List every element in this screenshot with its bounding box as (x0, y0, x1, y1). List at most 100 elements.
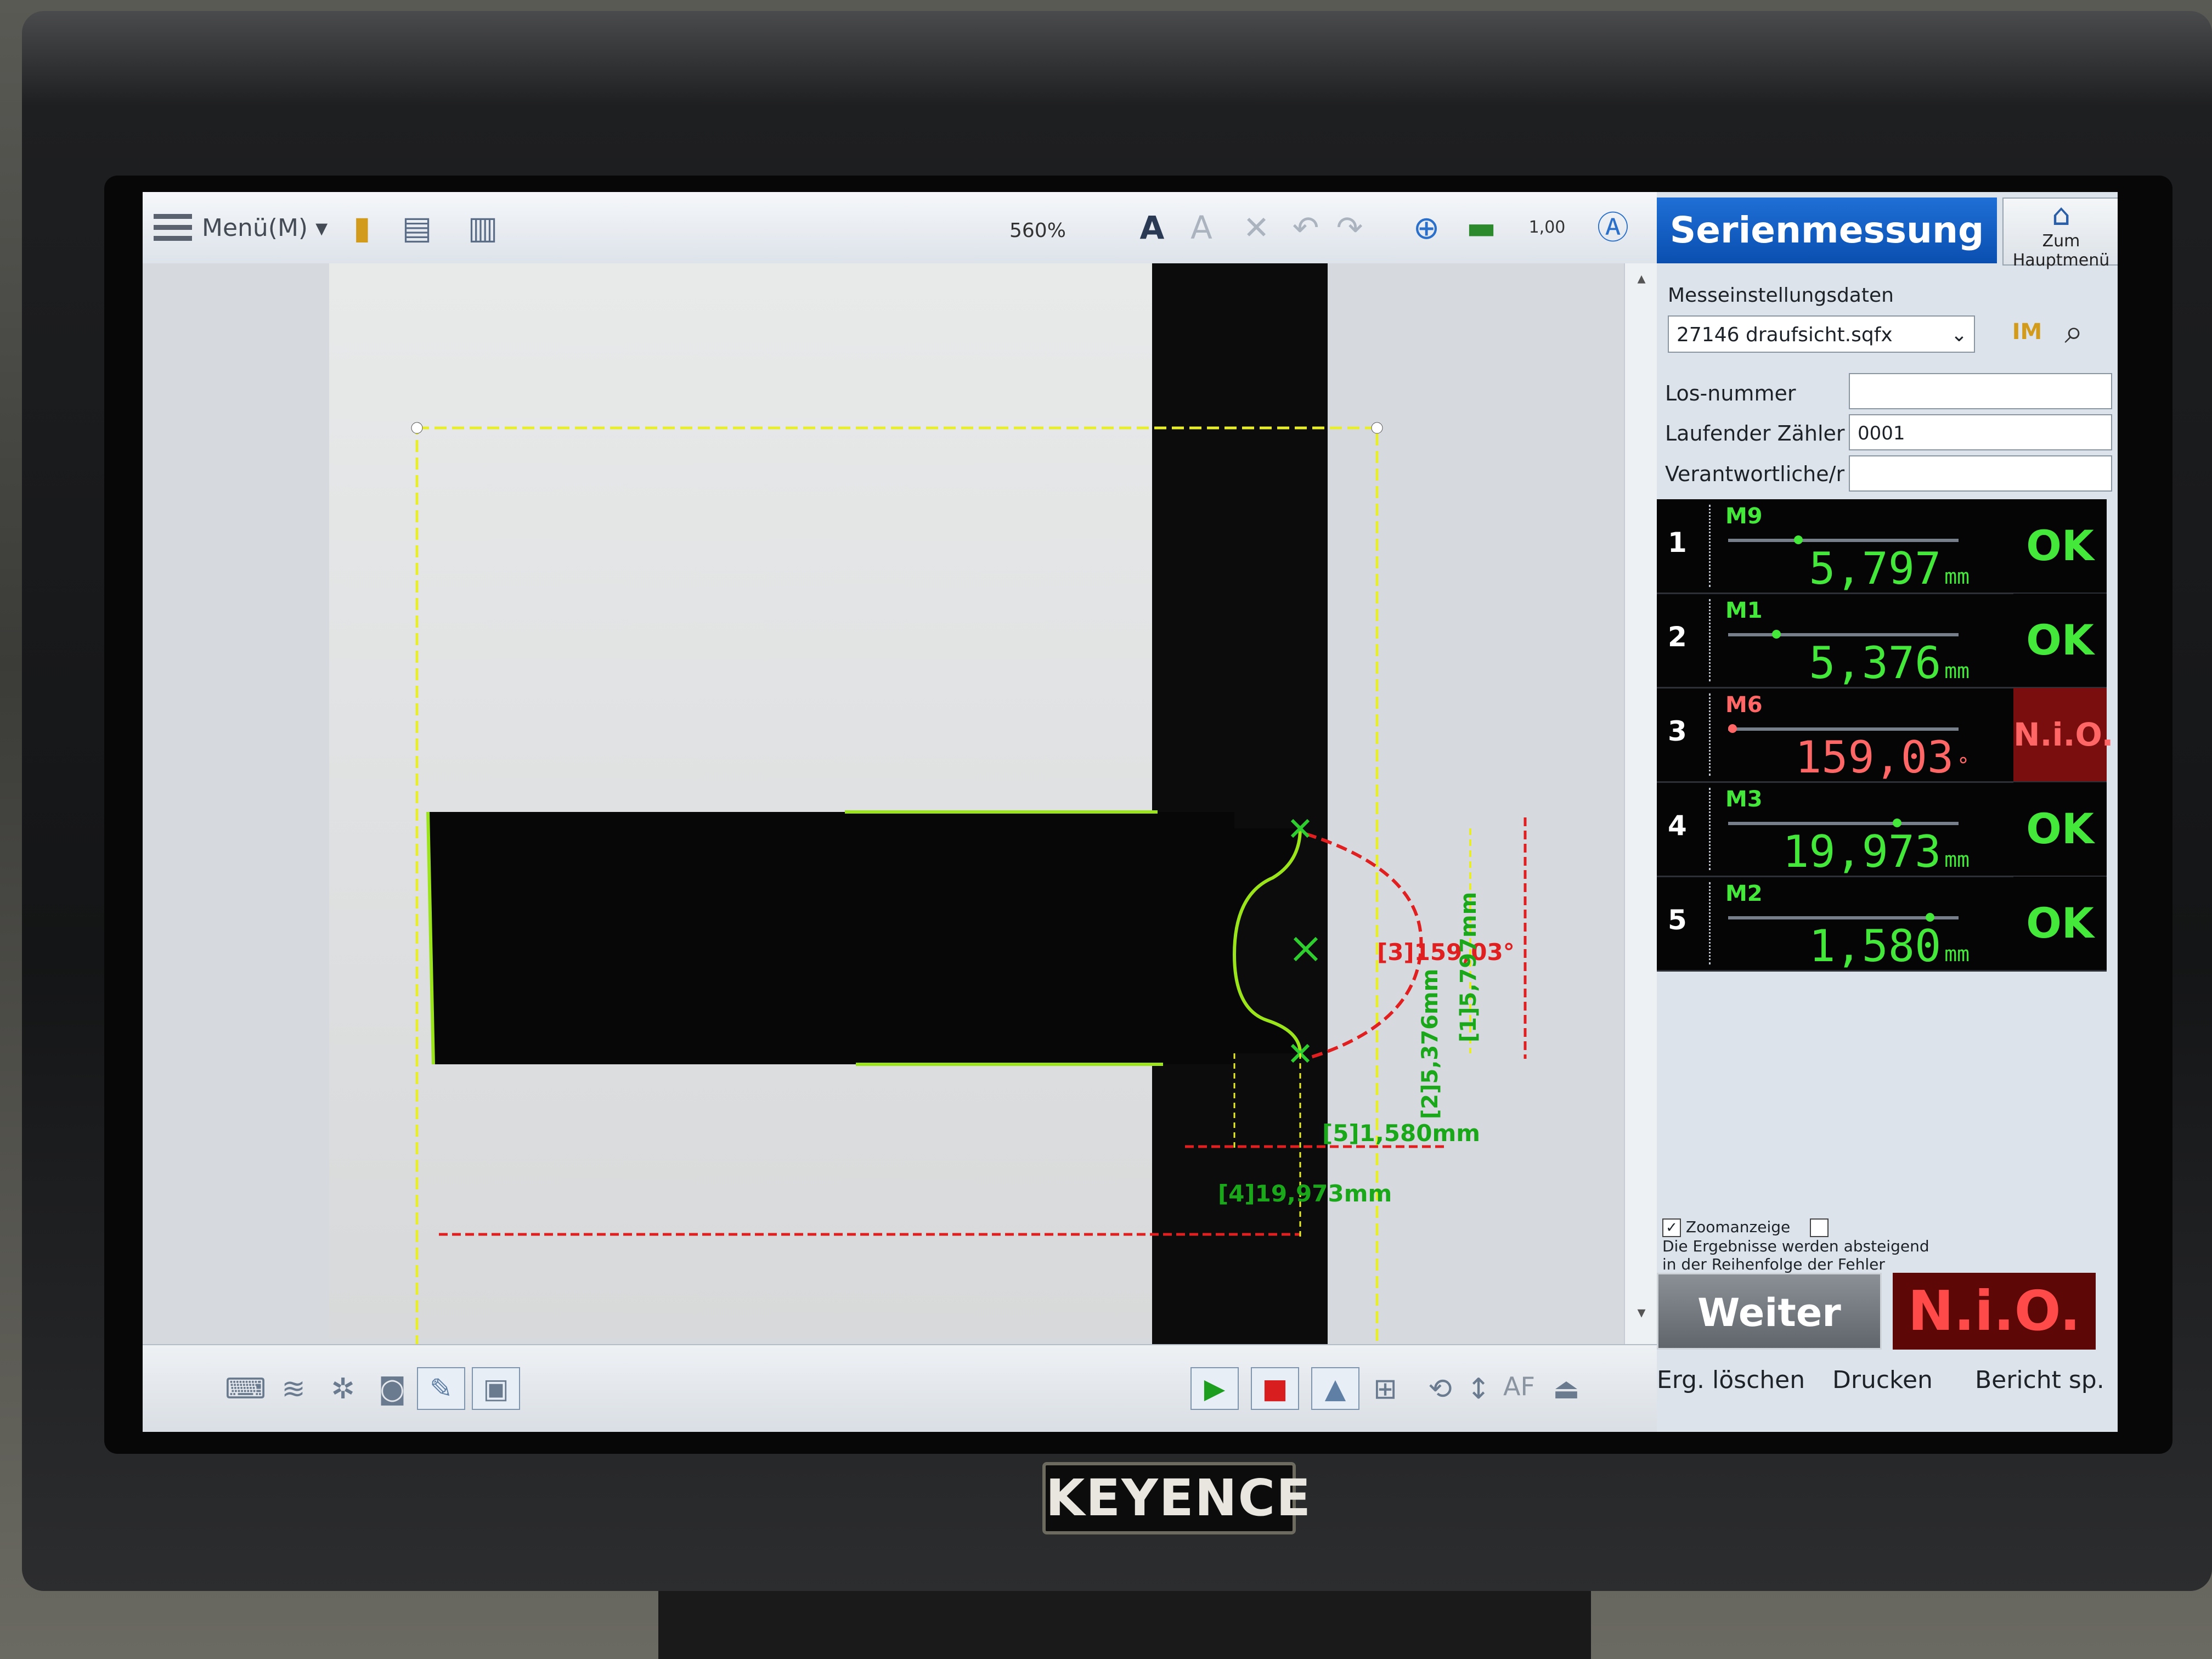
result-separator (1709, 599, 1711, 681)
autofocus-button[interactable]: AF (1503, 1372, 1535, 1401)
height-icon[interactable]: ↕ (1459, 1370, 1498, 1408)
result-row[interactable]: 5 M2 1,580 mm OK (1657, 877, 2107, 972)
print-button[interactable]: Drucken (1832, 1366, 1933, 1394)
focus-icon[interactable]: ⟲ (1421, 1370, 1459, 1408)
results-list: 1 M9 5,797 mm OK 2 M1 5,376 mm OK 3 M6 159,03 ° N.i.O.… (1657, 499, 2114, 972)
scroll-down-icon[interactable]: ▾ (1625, 1303, 1658, 1322)
vertical-scrollbar[interactable]: ▴ ▾ (1624, 263, 1658, 1344)
light-icon[interactable]: ⏏ (1547, 1370, 1585, 1408)
result-separator (1709, 505, 1711, 587)
result-value: 159,03 ° (1795, 732, 1970, 783)
action-bar: Erg. löschen Drucken Bericht sp. (1657, 1366, 2118, 1410)
chevron-down-icon: ⌄ (1950, 324, 1967, 346)
stop-button[interactable]: ■ (1251, 1367, 1299, 1410)
result-separator (1709, 788, 1711, 870)
layers-icon[interactable]: ≋ (274, 1370, 313, 1408)
result-unit: mm (1944, 565, 1970, 589)
im-file-icon[interactable]: ▮ (340, 206, 384, 250)
result-level-marker (1772, 630, 1781, 639)
result-row[interactable]: 4 M3 19,973 mm OK (1657, 782, 2107, 877)
stage-up-button[interactable]: ▲ (1311, 1367, 1359, 1410)
settings-file-value: 27146 draufsicht.sqfx (1677, 324, 1893, 346)
tools-icon[interactable]: ✲ (324, 1370, 362, 1408)
result-status: OK (2013, 877, 2107, 970)
scroll-up-icon[interactable]: ▴ (1625, 269, 1658, 288)
result-tolerance-bar (1728, 539, 1959, 542)
result-tolerance-bar (1728, 916, 1959, 919)
shrink-text-icon[interactable]: A (1180, 206, 1223, 250)
result-row[interactable]: 2 M1 5,376 mm OK (1657, 594, 2107, 689)
panel-title: Serienmessung (1657, 198, 1997, 263)
weiter-button[interactable]: Weiter (1657, 1273, 1882, 1350)
fit-view-icon[interactable]: A (1130, 206, 1174, 250)
roi-handle-tr (1371, 422, 1383, 434)
result-separator (1709, 882, 1711, 964)
result-number: 2 (1668, 621, 1687, 653)
redo-icon[interactable]: ↷ (1328, 206, 1372, 250)
result-name: M3 (1725, 787, 1763, 812)
bottom-toolbar: ⌨ ≋ ✲ ◙ ✎ ▣ ▶ ■ ▲ ⊞ ⟲ ↕ AF ⏏ (143, 1344, 1657, 1432)
result-name: M6 (1725, 692, 1763, 718)
im-folder-icon[interactable]: IM (2008, 310, 2046, 354)
wrench-button[interactable]: ✎ (417, 1367, 465, 1410)
screen: Menü(M) ▾ ▮ ▤ ▥ 560% A A ✕ ↶ ↷ ⊕ ▬ 1,00 … (143, 192, 2118, 1432)
sort-checkbox[interactable] (1809, 1218, 1829, 1237)
result-status: OK (2013, 499, 2107, 592)
result-level-marker (1794, 535, 1803, 544)
keyboard-icon[interactable]: ⌨ (225, 1370, 266, 1408)
brand-logo: KEYENCE (1042, 1462, 1311, 1534)
label-m9: [1]5,797mm (1456, 892, 1481, 1042)
annotation-icon[interactable]: Ⓐ (1591, 206, 1635, 250)
overall-result: N.i.O. (1893, 1273, 2096, 1350)
result-value-number: 19,973 (1782, 826, 1942, 877)
zoom-level[interactable]: 560% (1009, 219, 1066, 242)
camera-settings-icon[interactable]: ◙ (373, 1370, 411, 1408)
menu-button[interactable]: Menü(M) ▾ (154, 208, 328, 247)
result-unit: mm (1944, 848, 1970, 872)
counter-input[interactable]: 0001 (1849, 414, 2112, 450)
result-separator (1709, 693, 1711, 776)
result-status: N.i.O. (2013, 688, 2114, 781)
image-adjust-icon[interactable]: ▬ (1459, 206, 1503, 250)
result-status: OK (2013, 782, 2107, 876)
result-tolerance-bar (1728, 727, 1959, 731)
zoom-checkbox-label: Zoomanzeige (1685, 1218, 1791, 1236)
result-tolerance-bar (1728, 822, 1959, 825)
label-m3: [4]19,973mm (1218, 1180, 1392, 1207)
result-value-number: 5,376 (1809, 637, 1942, 689)
measurement-overlay: [3]159,03° [1]5,797mm [2]5,376mm [5]1,58… (411, 422, 1527, 1344)
counter-label: Laufender Zähler (1665, 421, 1845, 445)
report-save-button[interactable]: Bericht sp. (1975, 1366, 2104, 1394)
stage-grid-icon[interactable]: ⊞ (1366, 1370, 1404, 1408)
result-name: M9 (1725, 504, 1763, 529)
image-button[interactable]: ▣ (472, 1367, 520, 1410)
toolbar: Menü(M) ▾ ▮ ▤ ▥ 560% A A ✕ ↶ ↷ ⊕ ▬ 1,00 … (143, 192, 1657, 264)
label-m6: [3]159,03° (1377, 939, 1515, 966)
result-unit: mm (1944, 659, 1970, 683)
result-row[interactable]: 3 M6 159,03 ° N.i.O. (1657, 688, 2114, 783)
result-name: M1 (1725, 598, 1763, 623)
search-file-icon[interactable]: ⌕ (2052, 310, 2096, 354)
save-settings-icon[interactable]: ▤ (395, 206, 439, 250)
home-button[interactable]: ⌂ Zum Hauptmenü (2002, 198, 2118, 270)
result-unit: ° (1957, 753, 1970, 777)
settings-file-select[interactable]: 27146 draufsicht.sqfx ⌄ (1668, 315, 1975, 353)
scale-icon[interactable]: 1,00 (1525, 206, 1569, 250)
delete-icon[interactable]: ✕ (1234, 206, 1278, 250)
result-unit: mm (1944, 942, 1970, 966)
lot-number-input[interactable] (1849, 373, 2112, 409)
zoom-checkbox[interactable]: ✓ (1662, 1218, 1681, 1237)
responsible-input[interactable] (1849, 455, 2112, 492)
print-settings-icon[interactable]: ▥ (461, 206, 505, 250)
clear-results-button[interactable]: Erg. löschen (1657, 1366, 1805, 1394)
undo-icon[interactable]: ↶ (1284, 206, 1328, 250)
measurement-view[interactable]: [3]159,03° [1]5,797mm [2]5,376mm [5]1,58… (143, 263, 1624, 1344)
home-icon: ⌂ (2051, 198, 2071, 232)
crosshair-icon[interactable]: ⊕ (1404, 206, 1448, 250)
play-button[interactable]: ▶ (1190, 1367, 1239, 1410)
result-value-number: 5,797 (1809, 543, 1942, 594)
result-number: 1 (1668, 527, 1687, 558)
settings-label: Messeinstellungsdaten (1668, 284, 1894, 307)
result-row[interactable]: 1 M9 5,797 mm OK (1657, 499, 2107, 594)
result-number: 4 (1668, 810, 1687, 842)
